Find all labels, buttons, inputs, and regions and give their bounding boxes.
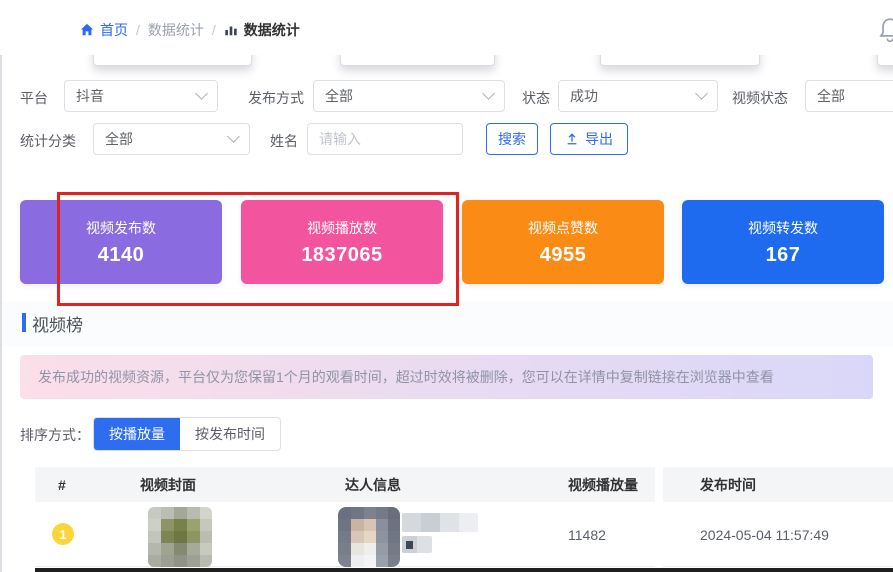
chevron-down-icon: [695, 87, 708, 100]
stat-card-label: 视频播放数: [307, 218, 377, 238]
filter-label-video-status: 视频状态: [732, 88, 788, 108]
table-row[interactable]: 1 11482: [35, 502, 655, 567]
plays-cell: 11482: [568, 502, 606, 567]
stat-card-video-share-count: 视频转发数 167: [682, 200, 884, 284]
section-band: [2, 302, 893, 346]
stat-card-video-play-count: 视频播放数 1837065: [241, 200, 443, 284]
breadcrumb-home-label[interactable]: 首页: [100, 20, 128, 40]
stat-card-label: 视频发布数: [86, 218, 156, 238]
sort-by-publish-time-button[interactable]: 按发布时间: [180, 418, 280, 450]
table-header: # 视频封面 达人信息 视频播放量: [35, 467, 655, 502]
stat-card-label: 视频点赞数: [528, 218, 598, 238]
stat-category-select-value: 全部: [105, 129, 133, 149]
stat-card-video-publish-count: 视频发布数 4140: [20, 200, 222, 284]
stat-card-value: 1837065: [301, 244, 382, 267]
filter-label-name: 姓名: [270, 131, 298, 151]
search-button[interactable]: 搜索: [486, 123, 538, 155]
section-title: 视频榜: [32, 311, 83, 336]
sort-method-label: 排序方式：: [20, 425, 90, 445]
chevron-down-icon: [227, 130, 240, 143]
status-select-value: 成功: [570, 86, 598, 106]
filter-label-platform: 平台: [20, 88, 48, 108]
search-button-label: 搜索: [498, 129, 526, 149]
column-header-creator: 达人信息: [345, 467, 401, 502]
filter-label-stat-category: 统计分类: [20, 131, 76, 151]
data-statistics-page: 首页 / 数据统计 / 数据统计 平台 抖音 发布方式 全部 状态 成功 视频状…: [0, 0, 893, 572]
creator-name-redacted: [402, 513, 478, 532]
stat-card-video-like-count: 视频点赞数 4955: [462, 200, 664, 284]
sort-by-plays-button[interactable]: 按播放量: [94, 418, 180, 450]
platform-select[interactable]: 抖音: [64, 80, 218, 112]
publish-method-select[interactable]: 全部: [313, 80, 505, 112]
chevron-down-icon: [482, 87, 495, 100]
stat-category-select[interactable]: 全部: [93, 123, 250, 155]
table-header-fixed: 发布时间: [663, 467, 893, 502]
column-header-rank: #: [58, 467, 66, 502]
publish-method-select-value: 全部: [325, 86, 353, 106]
stat-card-value: 4140: [98, 244, 145, 267]
filter-label-status: 状态: [522, 88, 550, 108]
table-row-fixed[interactable]: 2024-05-04 11:57:49: [663, 502, 893, 567]
breadcrumb-current: 数据统计: [224, 20, 300, 40]
bell-icon[interactable]: [877, 15, 893, 45]
notice-banner-text: 发布成功的视频资源，平台仅为您保留1个月的观看时间，超过时效将被删除，您可以在详…: [38, 367, 774, 387]
bar-chart-icon: [224, 23, 238, 37]
export-button-label: 导出: [585, 129, 613, 149]
breadcrumb-home[interactable]: 首页: [80, 20, 128, 40]
creator-id-redacted: [402, 536, 432, 553]
status-select[interactable]: 成功: [558, 80, 718, 112]
name-input[interactable]: [307, 123, 463, 155]
breadcrumb-current-label: 数据统计: [244, 20, 300, 40]
bottom-scrollbar[interactable]: [35, 568, 893, 572]
stat-card-value: 167: [766, 244, 801, 267]
breadcrumb-middle: 数据统计: [148, 20, 204, 40]
column-header-publish-time: 发布时间: [700, 467, 756, 502]
creator-avatar[interactable]: [338, 507, 400, 567]
filter-label-publish-method: 发布方式: [248, 88, 304, 108]
sort-toggle-group: 按播放量 按发布时间: [93, 417, 281, 451]
breadcrumb: 首页 / 数据统计 / 数据统计: [80, 20, 300, 40]
video-cover-image[interactable]: [148, 507, 212, 567]
column-header-plays: 视频播放量: [568, 467, 638, 502]
stat-card-label: 视频转发数: [748, 218, 818, 238]
column-header-cover: 视频封面: [140, 467, 196, 502]
breadcrumb-separator: /: [136, 22, 140, 38]
breadcrumb-separator: /: [212, 22, 216, 38]
stat-card-value: 4955: [540, 244, 587, 267]
home-icon: [80, 23, 94, 37]
publish-time-cell: 2024-05-04 11:57:49: [700, 502, 829, 567]
video-status-select-value: 全部: [817, 86, 845, 106]
video-status-select[interactable]: 全部: [805, 80, 893, 112]
upload-icon: [565, 132, 579, 146]
notice-banner: 发布成功的视频资源，平台仅为您保留1个月的观看时间，超过时效将被删除，您可以在详…: [20, 355, 873, 399]
section-title-accent-bar: [22, 313, 26, 332]
chevron-down-icon: [195, 87, 208, 100]
export-button[interactable]: 导出: [550, 123, 628, 155]
platform-select-value: 抖音: [76, 86, 104, 106]
rank-1-badge: 1: [52, 523, 74, 545]
